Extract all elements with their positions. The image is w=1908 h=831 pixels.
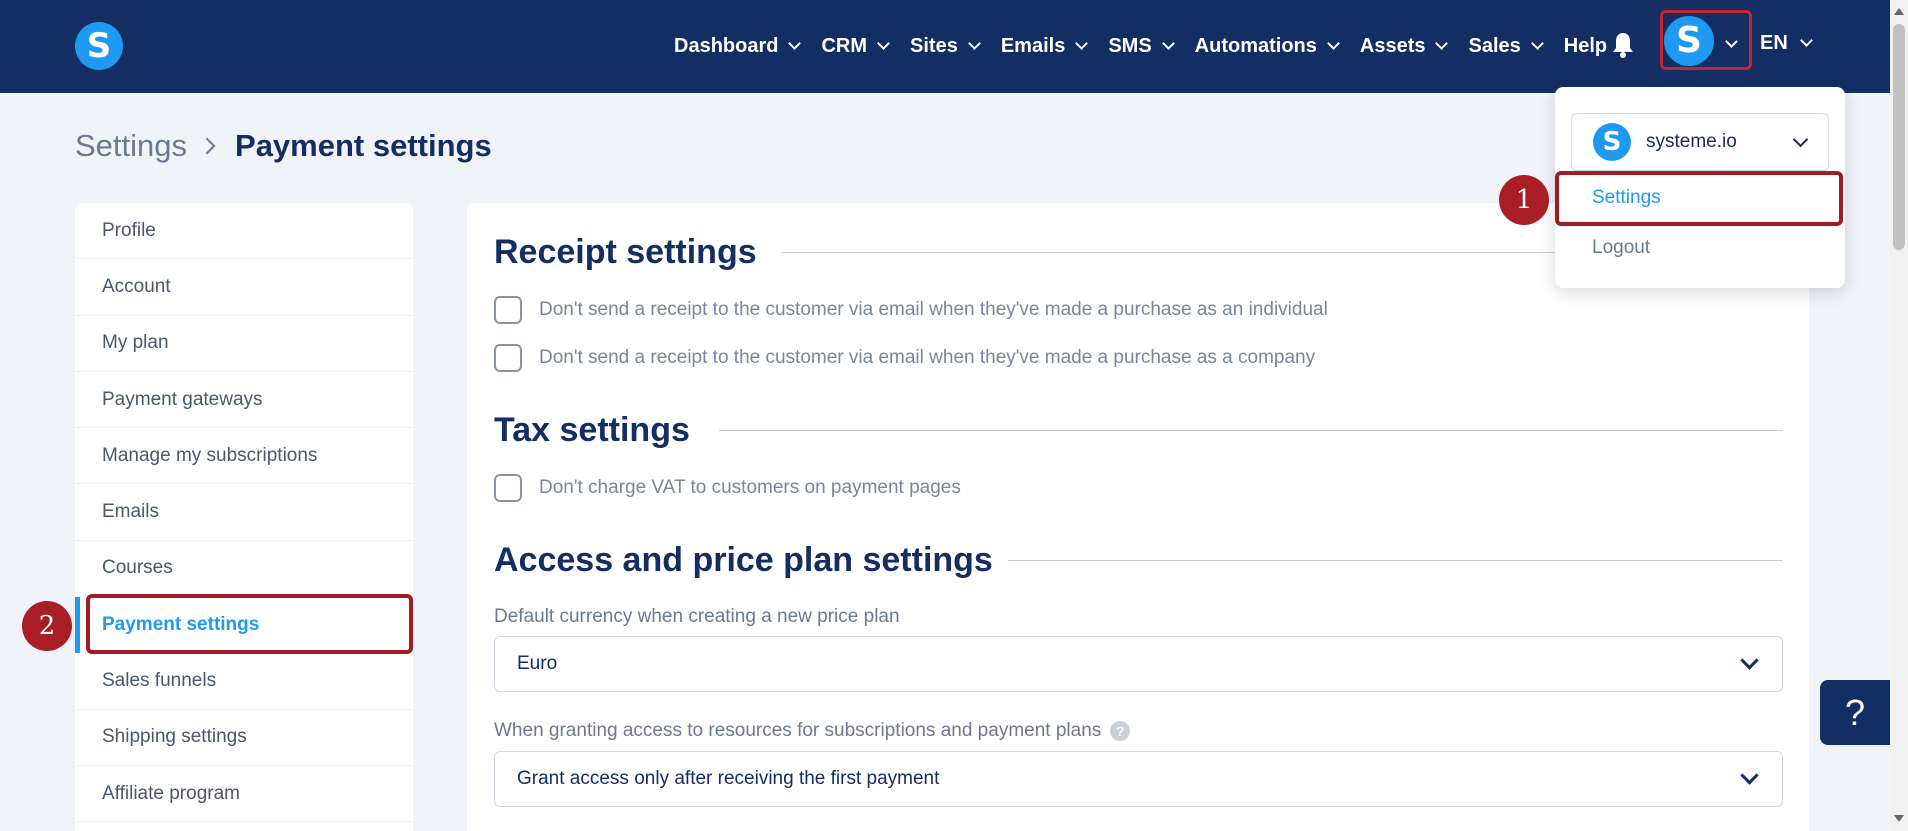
- chevron-down-icon: [1161, 37, 1175, 50]
- grant-access-label-text: When granting access to resources for su…: [494, 720, 1102, 741]
- nav-sales[interactable]: Sales: [1468, 35, 1544, 58]
- systeme-logo-icon[interactable]: S: [75, 22, 123, 70]
- nav-emails-label: Emails: [1000, 35, 1066, 57]
- settings-menu-highlight: [1555, 171, 1843, 226]
- account-switcher[interactable]: S systeme.io: [1571, 113, 1829, 171]
- chevron-down-icon: [1740, 766, 1759, 785]
- sidebar-item-shipping-settings[interactable]: Shipping settings: [75, 710, 413, 766]
- scroll-thumb[interactable]: [1893, 24, 1905, 250]
- payment-settings-panel: Receipt settings Don't send a receipt to…: [467, 203, 1809, 831]
- receipt-company-label: Don't send a receipt to the customer via…: [539, 347, 1316, 368]
- currency-value: Euro: [517, 653, 558, 674]
- bell-icon[interactable]: [1611, 31, 1635, 59]
- scroll-up-arrow-icon[interactable]: [1894, 8, 1904, 15]
- chevron-down-icon: [967, 37, 981, 50]
- receipt-company-checkbox[interactable]: [494, 344, 522, 372]
- chevron-right-icon: [198, 137, 216, 155]
- currency-select[interactable]: Euro: [494, 636, 1783, 692]
- chevron-down-icon: [1740, 651, 1759, 670]
- language-selector[interactable]: EN: [1760, 32, 1813, 55]
- chevron-down-icon: [788, 37, 802, 50]
- sidebar-item-courses[interactable]: Courses: [75, 541, 413, 598]
- sidebar-item-sales-funnels[interactable]: Sales funnels: [75, 653, 413, 710]
- sidebar-item-payment-gateways[interactable]: Payment gateways: [75, 372, 413, 429]
- vat-option[interactable]: Don't charge VAT to customers on payment…: [494, 474, 961, 502]
- nav-sms[interactable]: SMS: [1108, 35, 1175, 58]
- nav-sms-label: SMS: [1108, 35, 1152, 57]
- chevron-down-icon: [1075, 37, 1089, 50]
- menu-item-logout[interactable]: Logout: [1592, 237, 1650, 259]
- chevron-down-icon: [1435, 37, 1449, 50]
- receipt-settings-title: Receipt settings: [494, 233, 757, 271]
- grant-access-label: When granting access to resources for su…: [494, 720, 1131, 742]
- receipt-individual-option[interactable]: Don't send a receipt to the customer via…: [494, 296, 1328, 324]
- receipt-company-option[interactable]: Don't send a receipt to the customer via…: [494, 344, 1315, 372]
- account-name: systeme.io: [1646, 131, 1737, 152]
- chevron-down-icon: [1327, 37, 1340, 50]
- nav-assets-label: Assets: [1359, 35, 1426, 57]
- nav-sites[interactable]: Sites: [910, 35, 981, 58]
- user-avatar[interactable]: S: [1664, 16, 1714, 66]
- sidebar-item-emails[interactable]: Emails: [75, 484, 413, 541]
- currency-label: Default currency when creating a new pri…: [494, 606, 900, 627]
- nav-emails[interactable]: Emails: [1000, 35, 1089, 58]
- scroll-down-arrow-icon[interactable]: [1894, 815, 1904, 822]
- section-divider: [719, 430, 1783, 431]
- top-navbar: S Dashboard CRM Sites Emails SMS Automat…: [0, 0, 1890, 93]
- main-nav: Dashboard CRM Sites Emails SMS Automatio…: [674, 0, 1629, 93]
- sidebar-item-profile[interactable]: Profile: [75, 203, 413, 260]
- section-divider: [1008, 560, 1783, 561]
- sidebar-active-indicator: [75, 597, 80, 653]
- language-label: EN: [1760, 32, 1788, 54]
- sidebar-item-manage-subscriptions[interactable]: Manage my subscriptions: [75, 428, 413, 485]
- breadcrumb-parent-link[interactable]: Settings: [75, 128, 187, 164]
- vat-checkbox[interactable]: [494, 474, 522, 502]
- sidebar-item-my-plan[interactable]: My plan: [75, 316, 413, 372]
- sidebar-item-affiliate-program[interactable]: Affiliate program: [75, 766, 413, 823]
- tax-settings-title: Tax settings: [494, 411, 690, 449]
- nav-sales-label: Sales: [1468, 35, 1521, 57]
- chevron-down-icon: [1792, 131, 1809, 148]
- nav-dashboard-label: Dashboard: [674, 35, 779, 57]
- sidebar-item-account[interactable]: Account: [75, 259, 413, 316]
- nav-crm-label: CRM: [821, 35, 868, 57]
- chevron-down-icon: [877, 37, 890, 50]
- nav-dashboard[interactable]: Dashboard: [674, 35, 802, 58]
- receipt-individual-label: Don't send a receipt to the customer via…: [539, 299, 1328, 320]
- receipt-individual-checkbox[interactable]: [494, 296, 522, 324]
- page-title: Payment settings: [235, 128, 492, 163]
- step-marker-1: 1: [1499, 175, 1549, 225]
- nav-automations-label: Automations: [1194, 35, 1317, 57]
- help-icon[interactable]: ?: [1110, 721, 1131, 741]
- help-button[interactable]: ?: [1820, 680, 1890, 745]
- nav-help-label: Help: [1563, 35, 1608, 57]
- nav-sites-label: Sites: [910, 35, 958, 57]
- access-settings-title: Access and price plan settings: [494, 541, 993, 579]
- nav-assets[interactable]: Assets: [1359, 35, 1449, 58]
- nav-automations[interactable]: Automations: [1194, 35, 1340, 58]
- chevron-down-icon: [1799, 34, 1813, 47]
- grant-access-select[interactable]: Grant access only after receiving the fi…: [494, 751, 1783, 807]
- chevron-down-icon: [1530, 37, 1544, 50]
- nav-help[interactable]: Help: [1564, 35, 1607, 58]
- payment-settings-highlight: [86, 594, 413, 654]
- settings-sidebar: Profile Account My plan Payment gateways…: [75, 203, 413, 831]
- systeme-logo-icon: S: [1593, 123, 1631, 161]
- vat-label: Don't charge VAT to customers on payment…: [539, 477, 961, 498]
- nav-crm[interactable]: CRM: [821, 35, 890, 58]
- step-marker-2: 2: [22, 601, 72, 651]
- page-scrollbar[interactable]: [1890, 0, 1908, 831]
- grant-access-value: Grant access only after receiving the fi…: [517, 768, 940, 789]
- breadcrumb: Settings Payment settings: [75, 128, 492, 164]
